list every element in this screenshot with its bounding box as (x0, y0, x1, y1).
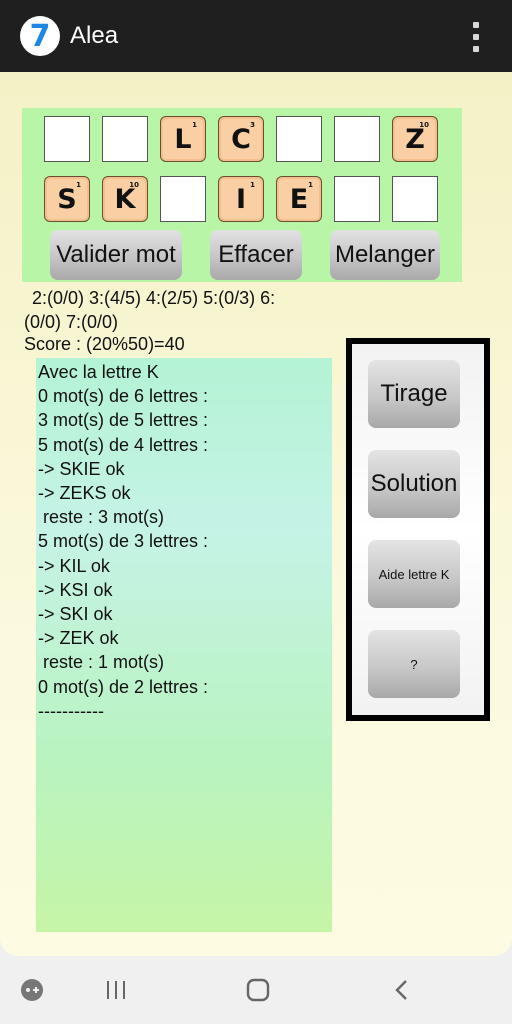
score-text: Score : (20%50)=40 (24, 334, 185, 354)
tile-letter: I (235, 184, 247, 215)
board-tile[interactable] (102, 116, 148, 162)
log-line: -> ZEK ok (38, 628, 119, 649)
log-line: 0 mot(s) de 6 lettres : (38, 386, 209, 407)
log-line: ----------- (38, 700, 104, 721)
back-icon[interactable] (386, 974, 418, 1006)
log-line: 5 mot(s) de 4 lettres : (38, 434, 209, 455)
letter-hint-button[interactable]: Aide lettre K (368, 540, 460, 608)
app-title: Alea (70, 22, 119, 49)
board-tile[interactable] (334, 116, 380, 162)
tile-points: 3 (250, 121, 255, 129)
board-tile[interactable]: I1 (218, 176, 264, 222)
log-line: -> ZEKS ok (38, 483, 131, 504)
board-tile[interactable] (44, 116, 90, 162)
game-area: L1 C3 Z 10 S1 K 10 I1 E1 Valider mot Effac… (0, 72, 512, 956)
validate-word-button[interactable]: Valider mot (50, 230, 182, 280)
board-tile[interactable]: L1 (160, 116, 206, 162)
board-tile[interactable] (276, 116, 322, 162)
word-stats: 2:(0/0) 3:(4/5) 4:(2/5) 5:(0/3) 6: (0/0)… (24, 286, 344, 334)
log-line: -> SKI ok (38, 604, 113, 625)
tile-points: 10 (129, 181, 139, 189)
log-line: -> KSI ok (38, 579, 113, 600)
help-button[interactable]: ? (368, 630, 460, 698)
solution-button[interactable]: Solution (368, 450, 460, 518)
board-tile[interactable]: E1 (276, 176, 322, 222)
board-tile[interactable]: C3 (218, 116, 264, 162)
tile-points: 10 (419, 121, 429, 129)
board-tile[interactable]: Z 10 (392, 116, 438, 162)
stats-line-2: (0/0) 7:(0/0) (24, 312, 119, 332)
tile-letter: K (114, 184, 136, 215)
action-panel-inner: Tirage Solution Aide lettre K ? (352, 344, 484, 715)
tile-points: 1 (192, 121, 197, 129)
log-line: 3 mot(s) de 5 lettres : (38, 410, 209, 431)
tile-points: 1 (250, 181, 255, 189)
board-tile[interactable] (160, 176, 206, 222)
tile-letter: S (57, 184, 77, 215)
log-line: -> SKIE ok (38, 458, 125, 479)
app-logo-icon: 7 (20, 16, 60, 56)
system-nav-bar (0, 956, 512, 1024)
log-line: Avec la lettre K (38, 362, 159, 382)
action-panel: Tirage Solution Aide lettre K ? (346, 338, 490, 721)
recents-icon[interactable] (100, 974, 132, 1006)
log-line: reste : 3 mot(s) (38, 507, 165, 528)
board-tile[interactable]: K 10 (102, 176, 148, 222)
home-icon[interactable] (242, 974, 274, 1006)
game-launcher-icon[interactable] (16, 974, 48, 1006)
board-tile[interactable]: S1 (44, 176, 90, 222)
tile-letter: C (231, 124, 251, 155)
board-tile[interactable] (334, 176, 380, 222)
log-line: 5 mot(s) de 3 lettres : (38, 531, 209, 552)
erase-button[interactable]: Effacer (210, 230, 302, 280)
more-vertical-icon[interactable] (472, 22, 480, 52)
shuffle-button[interactable]: Melanger (330, 230, 440, 280)
solution-log: Avec la lettre K 0 mot(s) de 6 lettres :… (36, 358, 332, 932)
log-line: -> KIL ok (38, 555, 110, 576)
stats-line-1: 2:(0/0) 3:(4/5) 4:(2/5) 5:(0/3) 6: (32, 288, 276, 308)
tile-points: 1 (308, 181, 313, 189)
tile-points: 1 (76, 181, 81, 189)
draw-button[interactable]: Tirage (368, 360, 460, 428)
app-bar: 7 Alea (0, 0, 512, 72)
tile-letter: Z (405, 124, 425, 155)
tile-letter: L (174, 124, 192, 155)
log-line: 0 mot(s) de 2 lettres : (38, 676, 209, 697)
board-tile[interactable] (392, 176, 438, 222)
log-line: reste : 1 mot(s) (38, 652, 165, 673)
letter-board: L1 C3 Z 10 S1 K 10 I1 E1 Valider mot Effac… (22, 108, 462, 282)
tile-letter: E (289, 184, 309, 215)
